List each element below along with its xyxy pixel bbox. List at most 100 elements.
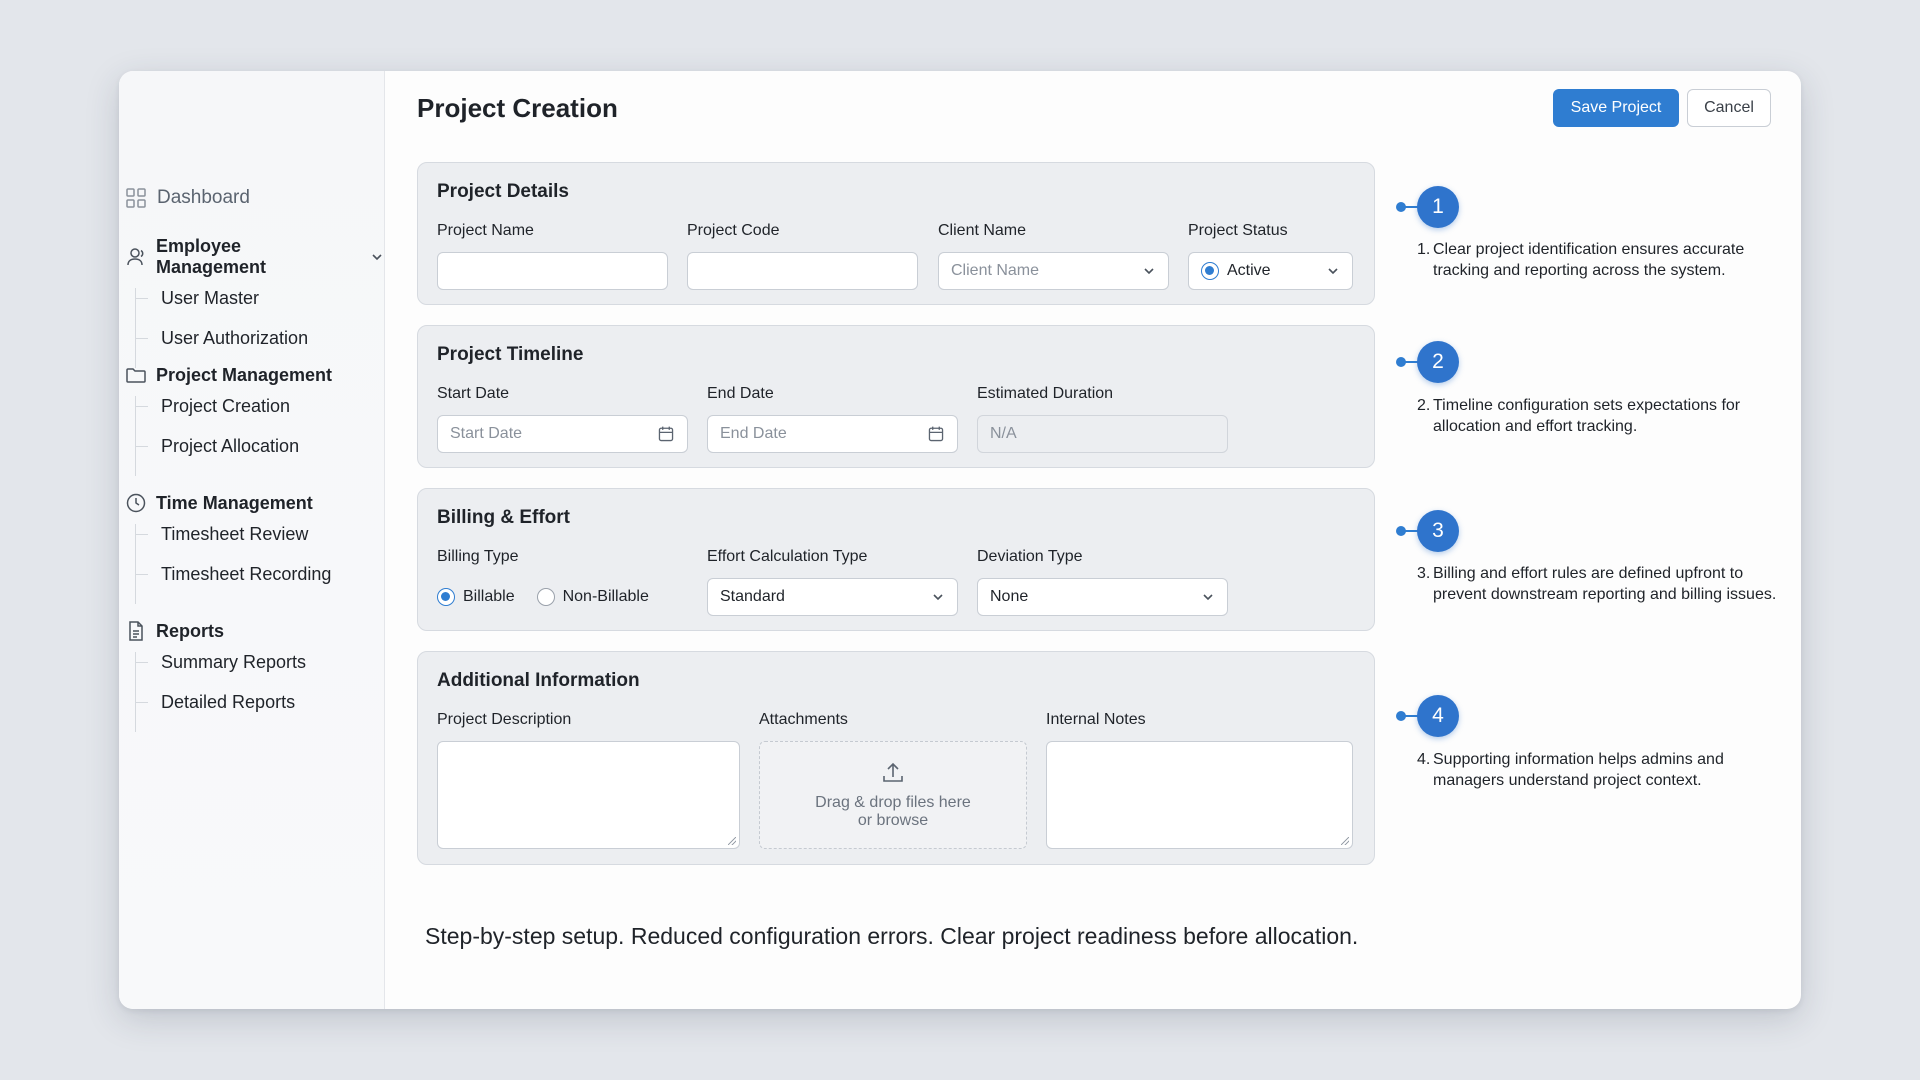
annotation-text: Clear project identification ensures acc… (1433, 241, 1745, 279)
field-label: End Date (707, 385, 774, 402)
field-label: Project Code (687, 222, 780, 239)
sidebar-item-project-management[interactable]: Project Management (125, 364, 332, 386)
chevron-down-icon (931, 590, 945, 604)
end-date-input[interactable]: End Date (707, 415, 958, 453)
sidebar-item-employee-management[interactable]: Employee Management (125, 236, 384, 278)
sidebar-item-dashboard[interactable]: Dashboard (125, 187, 250, 209)
calendar-icon[interactable] (657, 425, 675, 443)
nav-group-reports: Reports Summary Reports Detailed Reports (125, 620, 306, 732)
sidebar-item-reports[interactable]: Reports (125, 620, 306, 642)
client-name-field: Client Name Client Name (938, 222, 1169, 290)
project-name-input[interactable] (437, 252, 668, 290)
deviation-type-select[interactable]: None (977, 578, 1228, 616)
field-label: Project Name (437, 222, 534, 239)
end-date-field: End Date End Date (707, 385, 958, 453)
nav-group-employee-management: Employee Management User Master User Aut… (125, 236, 384, 368)
sidebar-item-project-allocation[interactable]: Project Allocation (136, 436, 332, 476)
annotation-text: Supporting information helps admins and … (1433, 751, 1724, 789)
radio-label: Billable (463, 588, 515, 605)
field-label: Client Name (938, 222, 1027, 239)
chevron-down-icon (1201, 590, 1215, 604)
section-title: Project Timeline (437, 344, 584, 365)
section-title: Additional Information (437, 670, 640, 691)
start-date-placeholder: Start Date (450, 425, 523, 442)
nav-group-project-management: Project Management Project Creation Proj… (125, 364, 332, 476)
nav-group-time-management: Time Management Timesheet Review Timeshe… (125, 492, 331, 604)
nav-sub-list: User Master User Authorization (135, 288, 384, 368)
sidebar-item-time-management[interactable]: Time Management (125, 492, 331, 514)
billable-radio[interactable]: Billable (437, 588, 515, 606)
annotation-number: 3. (1417, 565, 1431, 582)
radio-label: Non-Billable (562, 588, 649, 605)
sidebar-item-label: Employee Management (156, 236, 267, 277)
client-name-placeholder: Client Name (951, 262, 1040, 279)
attachments-dropzone[interactable]: Drag & drop files here or browse (759, 741, 1027, 849)
user-icon (125, 246, 147, 268)
additional-information-card: Additional Information Project Descripti… (417, 651, 1375, 865)
app-window: Dashboard Employee Management User Maste… (119, 71, 1801, 1009)
nav-sub-list: Timesheet Review Timesheet Recording (135, 524, 331, 604)
non-billable-radio[interactable]: Non-Billable (536, 588, 649, 606)
annotation-note-2: 2. Timeline configuration sets expectati… (1417, 395, 1777, 437)
field-label: Internal Notes (1046, 711, 1146, 728)
estimated-duration-input: N/A (977, 415, 1228, 453)
project-timeline-card: Project Timeline Start Date Start Date E… (417, 325, 1375, 468)
main-content: Project Creation Save Project Cancel Pro… (385, 71, 1801, 1009)
cancel-button[interactable]: Cancel (1687, 89, 1771, 127)
project-description-textarea[interactable] (437, 741, 740, 849)
project-code-field: Project Code (687, 222, 918, 290)
nav-sub-list: Summary Reports Detailed Reports (135, 652, 306, 732)
estimated-duration-field: Estimated Duration N/A (977, 385, 1228, 453)
browse-link[interactable]: or browse (858, 812, 928, 830)
field-label: Project Status (1188, 222, 1288, 239)
sidebar-item-user-authorization[interactable]: User Authorization (136, 328, 384, 368)
annotation-text: Timeline configuration sets expectations… (1433, 397, 1741, 435)
sidebar-item-summary-reports[interactable]: Summary Reports (136, 652, 306, 692)
field-label: Effort Calculation Type (707, 548, 868, 565)
project-status-field: Project Status Active (1188, 222, 1353, 290)
deviation-type-field: Deviation Type None (977, 548, 1228, 616)
calendar-icon[interactable] (927, 425, 945, 443)
field-label: Deviation Type (977, 548, 1083, 565)
billing-type-radio-group: Billable Non-Billable (437, 578, 688, 616)
annotation-badge-4: 4 (1417, 695, 1459, 737)
grid-icon (125, 187, 147, 209)
sidebar-item-detailed-reports[interactable]: Detailed Reports (136, 692, 306, 732)
internal-notes-textarea[interactable] (1046, 741, 1353, 849)
field-label: Billing Type (437, 548, 519, 565)
annotation-number: 4. (1417, 751, 1431, 768)
effort-calculation-value: Standard (720, 588, 785, 605)
annotation-badge-2: 2 (1417, 341, 1459, 383)
sidebar-item-label: Time Management (156, 492, 313, 513)
annotation-text: Billing and effort rules are defined upf… (1433, 565, 1777, 603)
chevron-down-icon (1326, 264, 1340, 278)
effort-calculation-field: Effort Calculation Type Standard (707, 548, 958, 616)
billing-type-field: Billing Type Billable Non-Billable (437, 548, 688, 616)
field-label: Attachments (759, 711, 848, 728)
effort-calculation-select[interactable]: Standard (707, 578, 958, 616)
sidebar-item-label: Reports (156, 620, 225, 641)
sidebar-item-timesheet-review[interactable]: Timesheet Review (136, 524, 331, 564)
sidebar-item-project-creation[interactable]: Project Creation (136, 396, 332, 436)
field-label: Start Date (437, 385, 510, 402)
annotation-note-4: 4. Supporting information helps admins a… (1417, 749, 1777, 791)
deviation-type-value: None (990, 588, 1029, 605)
chevron-down-icon[interactable] (370, 250, 384, 264)
document-icon (125, 620, 147, 642)
section-title: Billing & Effort (437, 507, 570, 528)
sidebar: Dashboard Employee Management User Maste… (119, 71, 385, 1009)
sidebar-item-timesheet-recording[interactable]: Timesheet Recording (136, 564, 331, 604)
status-indicator (1201, 262, 1219, 280)
save-project-button[interactable]: Save Project (1553, 89, 1679, 127)
project-status-select[interactable]: Active (1188, 252, 1353, 290)
project-name-field: Project Name (437, 222, 668, 290)
start-date-input[interactable]: Start Date (437, 415, 688, 453)
section-title: Project Details (437, 181, 569, 202)
chevron-down-icon (1142, 264, 1156, 278)
project-status-value: Active (1227, 262, 1271, 279)
client-name-select[interactable]: Client Name (938, 252, 1169, 290)
project-code-input[interactable] (687, 252, 918, 290)
sidebar-item-user-master[interactable]: User Master (136, 288, 384, 328)
field-label: Project Description (437, 711, 572, 728)
annotation-badge-3: 3 (1417, 510, 1459, 552)
